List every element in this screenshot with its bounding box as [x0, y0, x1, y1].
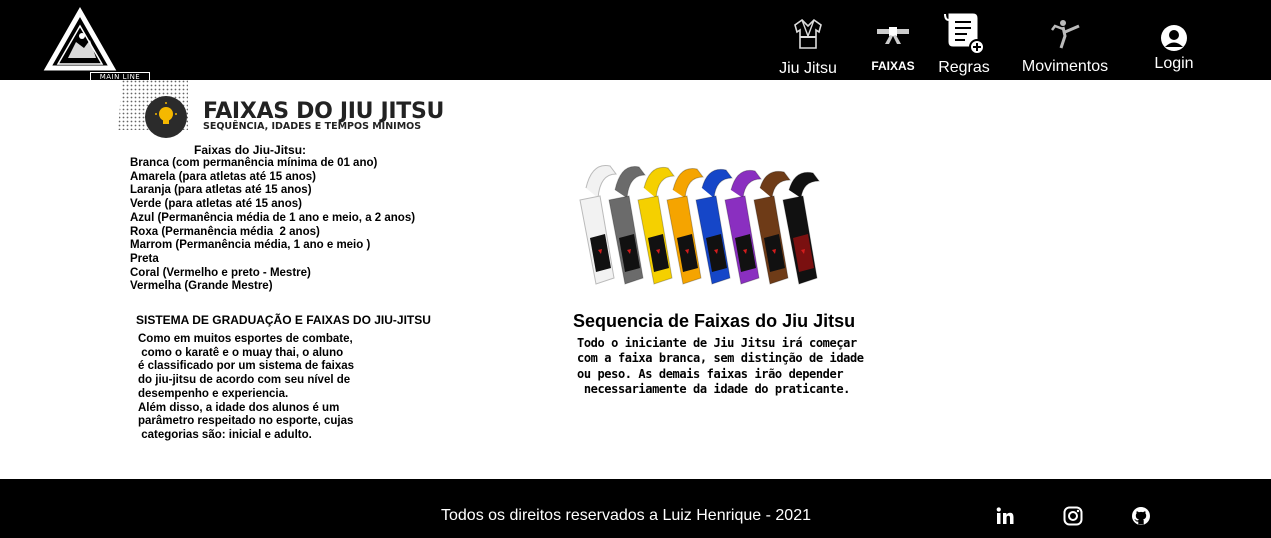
- user-icon: [1161, 25, 1187, 51]
- nav-regras[interactable]: Regras: [930, 0, 998, 80]
- belt-item-vermelha: Vermelha (Grande Mestre): [130, 280, 273, 293]
- belt-4: [666, 167, 704, 285]
- belt-icon: [877, 27, 909, 44]
- nav-faixas[interactable]: FAIXAS: [862, 0, 924, 80]
- belt-item-branca: Branca (com permanência mínima de 01 ano…: [130, 157, 378, 169]
- logo-icon: [43, 6, 117, 71]
- graduation-text: Como em muitos esportes de combate, como…: [138, 333, 355, 441]
- belt-item-azul: Azul (Permanência média de 1 ano e meio,…: [130, 211, 416, 224]
- belt-item-roxa: Roxa (Permanência média 2 anos): [130, 225, 320, 238]
- banner-subtitle: SEQUÊNCIA, IDADES E TEMPOS MÍNIMOS: [203, 121, 422, 132]
- sequence-heading: Sequencia de Faixas do Jiu Jitsu: [573, 311, 856, 331]
- kimono-icon: [794, 18, 822, 49]
- rules-scroll-icon: [944, 13, 985, 55]
- linkedin-icon: [996, 507, 1014, 524]
- belt-8: [782, 171, 820, 285]
- belt-1: [579, 164, 617, 285]
- linkedin-link[interactable]: [994, 505, 1016, 527]
- nav-label-regras: Regras: [938, 59, 990, 76]
- belt-6: [724, 169, 762, 285]
- belts-image: [572, 160, 852, 292]
- belts-list: Branca (com permanência mínima de 01 ano…: [130, 157, 415, 294]
- nav-label-login: Login: [1154, 55, 1194, 72]
- kick-icon: [1051, 20, 1080, 49]
- belts-illustration: [579, 164, 820, 285]
- belt-2: [608, 165, 646, 285]
- belt-7: [753, 170, 791, 285]
- belt-item-marrom: Marrom (Permanência média, 1 ano e meio …: [130, 239, 371, 252]
- belt-item-laranja: Laranja (para atletas até 15 anos): [130, 184, 312, 197]
- graduation-heading: SISTEMA DE GRADUAÇÃO E FAIXAS DO JIU-JIT…: [136, 313, 431, 327]
- belt-item-amarela: Amarela (para atletas até 15 anos): [130, 170, 317, 183]
- nav-jiu-jitsu[interactable]: Jiu Jitsu: [770, 0, 846, 80]
- nav-label-jiu-jitsu: Jiu Jitsu: [779, 60, 837, 77]
- belts-heading: Faixas do Jiu-Jitsu:: [194, 143, 307, 157]
- belt-item-verde: Verde (para atletas até 15 anos): [130, 198, 302, 211]
- belt-item-preta: Preta: [130, 252, 159, 265]
- sequence-text: Todo o iniciante de Jiu Jitsu irá começa…: [577, 336, 864, 396]
- github-link[interactable]: [1130, 505, 1152, 527]
- instagram-icon: [1063, 506, 1083, 526]
- github-icon: [1132, 507, 1150, 525]
- nav-label-movimentos: Movimentos: [1021, 58, 1109, 75]
- instagram-link[interactable]: [1062, 505, 1084, 527]
- nav-movimentos[interactable]: Movimentos: [1014, 0, 1116, 80]
- nav-label-faixas: FAIXAS: [871, 59, 915, 73]
- nav-login[interactable]: Login: [1144, 0, 1204, 80]
- belt-5: [695, 168, 733, 285]
- belt-3: [637, 166, 675, 285]
- footer-copyright: Todos os direitos reservados a Luiz Henr…: [441, 507, 811, 524]
- belt-item-coral: Coral (Vermelho e preto - Mestre): [130, 266, 311, 279]
- main-line-logo[interactable]: MAIN LINE: [38, 6, 150, 83]
- top-navigation-bar: MAIN LINE Jiu Jitsu FAIXAS Regras Movime…: [0, 0, 1271, 83]
